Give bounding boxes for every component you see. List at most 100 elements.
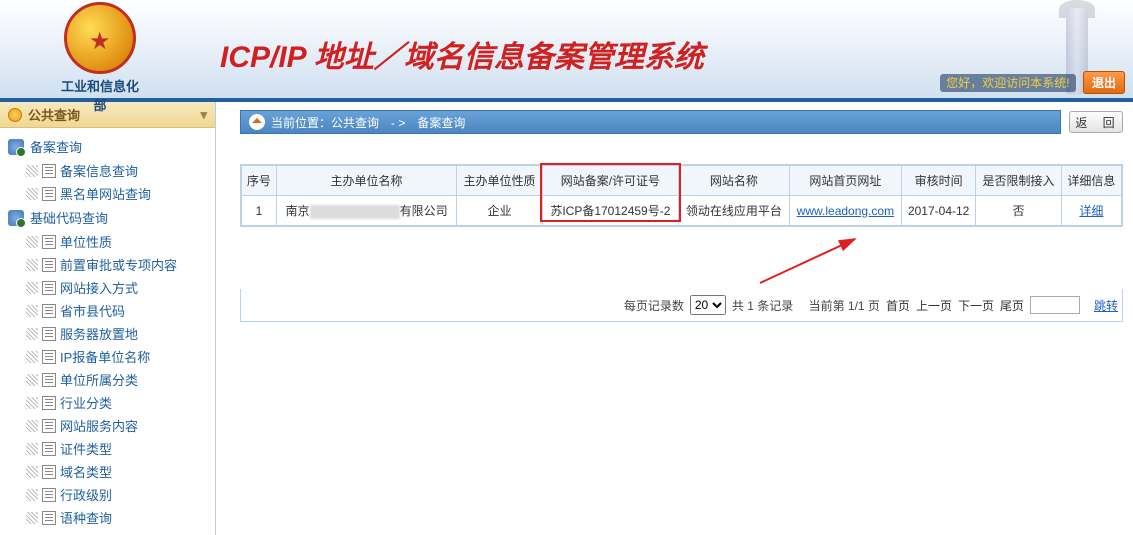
sidebar-item[interactable]: 前置审批或专项内容 <box>4 253 211 276</box>
tree-dots-icon <box>26 397 38 409</box>
sidebar-item[interactable]: 行业分类 <box>4 391 211 414</box>
bullet-icon <box>8 108 22 122</box>
sidebar-group-label: 基础代码查询 <box>30 208 108 227</box>
per-page-label: 每页记录数 <box>624 297 684 314</box>
goto-link[interactable]: 跳转 <box>1094 297 1118 314</box>
cell-org: 南京有限公司 <box>276 196 456 226</box>
tree-dots-icon <box>26 443 38 455</box>
redacted-text <box>310 205 400 219</box>
breadcrumb-prefix: 当前位置： <box>271 114 331 131</box>
sidebar-item[interactable]: 行政级别 <box>4 483 211 506</box>
sidebar-item-label: 语种查询 <box>60 508 112 527</box>
total-label: 共 1 条记录 <box>732 297 793 314</box>
sidebar-item-label: 域名类型 <box>60 462 112 481</box>
sidebar-item[interactable]: 证件类型 <box>4 437 211 460</box>
detail-link[interactable]: 详细 <box>1079 204 1103 218</box>
page-icon <box>42 235 56 249</box>
col-header: 网站名称 <box>678 166 789 196</box>
first-page[interactable]: 首页 <box>886 297 910 314</box>
annotation-arrow <box>750 235 1123 285</box>
pager: 每页记录数 20 共 1 条记录 当前第 1/1 页 首页 上一页 下一页 尾页… <box>240 289 1123 322</box>
page-info: 当前第 1/1 页 <box>809 297 880 314</box>
system-title: ICP/IP 地址／域名信息备案管理系统 <box>220 32 704 76</box>
page-icon <box>42 373 56 387</box>
page-icon <box>42 465 56 479</box>
tree-dots-icon <box>26 512 38 524</box>
last-page[interactable]: 尾页 <box>1000 297 1024 314</box>
sidebar: 公共查询 ▾ 备案查询备案信息查询黑名单网站查询基础代码查询单位性质前置审批或专… <box>0 102 216 535</box>
page-icon <box>42 187 56 201</box>
sidebar-item-label: 单位性质 <box>60 232 112 251</box>
back-button[interactable]: 返 回 <box>1069 111 1123 133</box>
logout-button[interactable]: 退出 <box>1083 71 1125 94</box>
cell-nature: 企业 <box>457 196 542 226</box>
sidebar-item-label: 前置审批或专项内容 <box>60 255 177 274</box>
cell-homepage: www.leadong.com <box>789 196 901 226</box>
col-header: 主办单位名称 <box>276 166 456 196</box>
tree-dots-icon <box>26 305 38 317</box>
sidebar-item[interactable]: 单位性质 <box>4 230 211 253</box>
sidebar-item[interactable]: 网站服务内容 <box>4 414 211 437</box>
folder-icon <box>8 139 24 155</box>
sidebar-item[interactable]: 语种查询 <box>4 506 211 529</box>
tree-dots-icon <box>26 351 38 363</box>
sidebar-item[interactable]: 备案信息查询 <box>4 159 211 182</box>
page-icon <box>42 396 56 410</box>
cell-sitename: 领动在线应用平台 <box>678 196 789 226</box>
col-header: 网站备案/许可证号 <box>542 166 678 196</box>
col-header: 是否限制接入 <box>976 166 1061 196</box>
sidebar-item[interactable]: 服务器放置地 <box>4 322 211 345</box>
tree-dots-icon <box>26 188 38 200</box>
sidebar-item[interactable]: 黑名单网站查询 <box>4 182 211 205</box>
main-content: 当前位置： 公共查询 - > 备案查询 返 回 序号主办单位名称主办单位性质网站… <box>216 102 1133 535</box>
sidebar-item[interactable]: IP报备单位名称 <box>4 345 211 368</box>
sidebar-item[interactable]: 单位所属分类 <box>4 368 211 391</box>
breadcrumb-path: 公共查询 - > 备案查询 <box>331 114 465 131</box>
col-header: 详细信息 <box>1061 166 1121 196</box>
sidebar-item-label: 证件类型 <box>60 439 112 458</box>
sidebar-item[interactable]: 域名类型 <box>4 460 211 483</box>
tree-dots-icon <box>26 328 38 340</box>
tree-dots-icon <box>26 374 38 386</box>
table-row: 1 南京有限公司 企业 苏ICP备17012459号-2 领动在线应用平台 ww… <box>242 196 1122 226</box>
sidebar-item-label: 网站接入方式 <box>60 278 138 297</box>
tree-dots-icon <box>26 466 38 478</box>
sidebar-item-label: 黑名单网站查询 <box>60 184 151 203</box>
page-icon <box>42 419 56 433</box>
header-banner: ★ 工业和信息化部 ICP/IP 地址／域名信息备案管理系统 您好，欢迎访问本系… <box>0 0 1133 102</box>
sidebar-group[interactable]: 备案查询 <box>4 134 211 159</box>
sidebar-item-label: 备案信息查询 <box>60 161 138 180</box>
sidebar-item-label: 行业分类 <box>60 393 112 412</box>
cell-licence: 苏ICP备17012459号-2 <box>542 196 678 226</box>
sidebar-item[interactable]: 网站接入方式 <box>4 276 211 299</box>
sidebar-item-label: 行政级别 <box>60 485 112 504</box>
goto-input[interactable] <box>1030 296 1080 314</box>
sidebar-group-label: 备案查询 <box>30 137 82 156</box>
national-emblem: ★ 工业和信息化部 <box>60 2 140 82</box>
cell-seq: 1 <box>242 196 277 226</box>
per-page-select[interactable]: 20 <box>690 295 726 315</box>
folder-icon <box>8 210 24 226</box>
sidebar-item-label: 省市县代码 <box>60 301 125 320</box>
sidebar-item-label: IP报备单位名称 <box>60 347 150 366</box>
page-icon <box>42 442 56 456</box>
col-header: 序号 <box>242 166 277 196</box>
tree-dots-icon <box>26 259 38 271</box>
col-header: 主办单位性质 <box>457 166 542 196</box>
org-label: 工业和信息化部 <box>60 76 140 114</box>
welcome-text: 您好，欢迎访问本系统! <box>940 74 1075 92</box>
home-icon <box>249 114 265 130</box>
cell-review: 2017-04-12 <box>902 196 976 226</box>
homepage-link[interactable]: www.leadong.com <box>797 204 894 218</box>
sidebar-group[interactable]: 基础代码查询 <box>4 205 211 230</box>
prev-page[interactable]: 上一页 <box>916 297 952 314</box>
tree-dots-icon <box>26 282 38 294</box>
col-header: 网站首页网址 <box>789 166 901 196</box>
tree-dots-icon <box>26 420 38 432</box>
page-icon <box>42 350 56 364</box>
sidebar-item[interactable]: 省市县代码 <box>4 299 211 322</box>
page-icon <box>42 304 56 318</box>
result-table: 序号主办单位名称主办单位性质网站备案/许可证号网站名称网站首页网址审核时间是否限… <box>240 164 1123 227</box>
next-page[interactable]: 下一页 <box>958 297 994 314</box>
col-header: 审核时间 <box>902 166 976 196</box>
